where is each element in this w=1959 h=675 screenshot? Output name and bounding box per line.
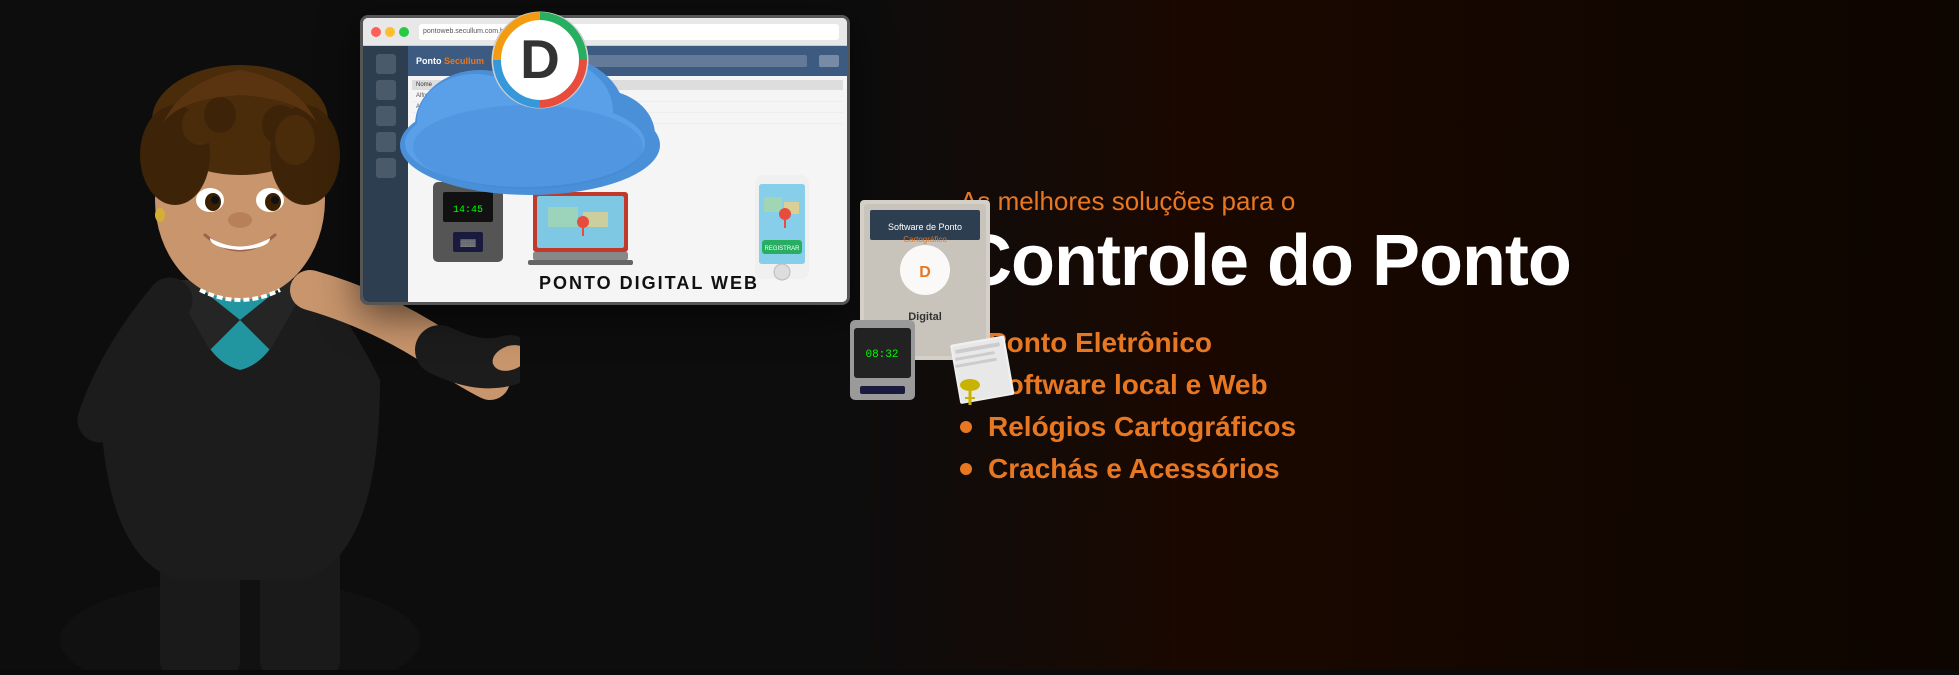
svg-text:D: D xyxy=(520,28,560,90)
bullet-item-1: Ponto Eletrônico xyxy=(960,327,1879,359)
phone-in-screen: REGISTRAR xyxy=(752,172,812,287)
d-logo: D xyxy=(490,10,590,110)
product-image-area: Software de Ponto Cartográfico D Digital… xyxy=(840,190,1020,415)
bullet-text-1: Ponto Eletrônico xyxy=(988,327,1212,359)
subtitle-text: As melhores soluções para o xyxy=(960,186,1879,217)
left-section: pontoweb.secullum.com.br/#/funcionarios xyxy=(0,0,900,670)
bullet-text-2: Software local e Web xyxy=(988,369,1268,401)
bullet-item-3: Relógios Cartográficos xyxy=(960,411,1879,443)
ponto-digital-text: PONTO DIGITAL WEB xyxy=(539,273,759,293)
bullet-dot-3 xyxy=(960,421,972,433)
bullet-item-4: Crachás e Acessórios xyxy=(960,453,1879,485)
svg-text:Software de Ponto: Software de Ponto xyxy=(888,222,962,232)
bullet-item-2: Software local e Web xyxy=(960,369,1879,401)
svg-text:08:32: 08:32 xyxy=(865,349,898,361)
right-section: As melhores soluções para o Controle do … xyxy=(900,146,1959,525)
bullet-text-4: Crachás e Acessórios xyxy=(988,453,1280,485)
laptop-in-screen xyxy=(528,192,638,277)
svg-text:14:45: 14:45 xyxy=(453,205,483,216)
bullet-list: Ponto Eletrônico Software local e Web Re… xyxy=(960,327,1879,485)
main-container: pontoweb.secullum.com.br/#/funcionarios xyxy=(0,0,1959,670)
main-title: Controle do Ponto xyxy=(960,225,1879,297)
bullet-text-3: Relógios Cartográficos xyxy=(988,411,1296,443)
svg-text:▓▓▓: ▓▓▓ xyxy=(460,239,476,247)
svg-text:REGISTRAR: REGISTRAR xyxy=(764,246,800,252)
bullet-dot-4 xyxy=(960,463,972,475)
svg-text:Cartográfico: Cartográfico xyxy=(903,235,947,244)
svg-text:D: D xyxy=(919,264,931,281)
ponto-digital-label: PONTO DIGITAL WEB xyxy=(539,273,759,294)
